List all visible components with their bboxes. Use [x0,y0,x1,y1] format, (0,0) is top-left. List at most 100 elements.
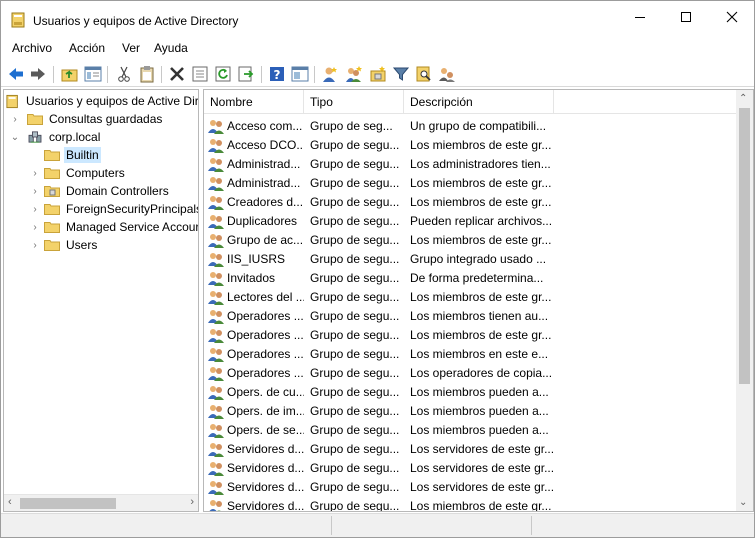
menu-ayuda[interactable]: Ayuda [154,41,188,55]
show-tree-icon[interactable] [84,65,102,83]
tree-root[interactable]: Usuarios y equipos de Active Dir [6,92,199,110]
table-row[interactable]: Administrad... Grupo de segu... Los miembr… [204,174,737,193]
scroll-right-icon[interactable]: › [190,496,194,508]
toolbar-separator [107,66,108,83]
table-row[interactable]: Operadores ... Grupo de segu... Los miembr… [204,326,737,345]
security-group-icon [208,253,224,267]
maximize-button[interactable] [663,1,709,33]
cell-type: Grupo de segu... [310,366,400,380]
chevron-right-icon[interactable]: › [29,186,41,197]
scroll-up-icon[interactable]: ⌃ [739,93,747,104]
help-icon[interactable]: ? [268,65,286,83]
table-row[interactable]: Opers. de cu... Grupo de segu... Los miemb… [204,383,737,402]
status-divider [331,516,332,535]
tree-root-label: Usuarios y equipos de Active Dir [26,94,199,108]
minimize-button[interactable] [617,1,663,33]
chevron-right-icon[interactable]: › [29,168,41,179]
filter-icon[interactable] [392,65,410,83]
new-user-icon[interactable] [321,65,339,83]
chevron-right-icon[interactable]: › [29,222,41,233]
delegate-icon[interactable] [438,65,456,83]
cell-name: Creadores d... [227,195,304,209]
forward-arrow-icon[interactable] [29,65,47,83]
menu-ver[interactable]: Ver [122,41,140,55]
table-row[interactable]: Grupo de ac... Grupo de segu... Los miembr… [204,231,737,250]
security-group-icon [208,158,224,172]
column-header-description[interactable]: Descripción [404,90,554,114]
tree-item-label: Domain Controllers [66,184,169,198]
table-row[interactable]: Opers. de se... Grupo de segu... Los miemb… [204,421,737,440]
close-button[interactable] [709,1,755,33]
cell-description: Los miembros de este gr... [410,290,552,304]
up-folder-icon[interactable] [61,65,79,83]
toolbar-separator [161,66,162,83]
table-row[interactable]: Administrad... Grupo de segu... Los admini… [204,155,737,174]
find-icon[interactable] [415,65,433,83]
delete-icon[interactable] [168,65,186,83]
cell-name: Lectores del ... [227,290,304,304]
export-icon[interactable] [237,65,255,83]
table-row[interactable]: Operadores ... Grupo de segu... Los operad… [204,364,737,383]
tree-item-users[interactable]: › Users [29,236,99,254]
clipboard-icon[interactable] [138,65,156,83]
chevron-right-icon[interactable]: › [9,114,21,125]
scroll-down-icon[interactable]: ⌄ [739,497,747,508]
table-row[interactable]: Servidores d... Grupo de segu... Los servi… [204,459,737,478]
title-bar[interactable]: Usuarios y equipos de Active Directory [1,1,754,35]
chevron-right-icon[interactable]: › [29,204,41,215]
table-row[interactable]: Opers. de im... Grupo de segu... Los miemb… [204,402,737,421]
column-header-type[interactable]: Tipo [304,90,404,114]
properties-icon[interactable] [191,65,209,83]
cut-icon[interactable] [115,65,133,83]
new-group-icon[interactable] [345,65,363,83]
scroll-thumb[interactable] [20,498,116,509]
chevron-right-icon[interactable]: › [29,240,41,251]
list-vertical-scrollbar[interactable]: ⌃ ⌄ [736,90,753,511]
folder-icon [44,204,60,215]
scroll-thumb[interactable] [739,108,750,384]
table-row[interactable]: Lectores del ... Grupo de segu... Los miem… [204,288,737,307]
cell-name: Duplicadores [227,214,298,228]
tree-item-label: Users [66,238,98,252]
tree-item-builtin[interactable]: Builtin [44,146,101,164]
table-row[interactable]: Operadores ... Grupo de segu... Los miembr… [204,345,737,364]
security-group-icon [208,310,224,324]
table-row[interactable]: Operadores ... Grupo de segu... Los miembr… [204,307,737,326]
cell-name: Servidores d... [227,480,304,494]
tree-item-domain[interactable]: ⌄ corp.local [9,128,102,146]
menu-accion[interactable]: Acción [69,41,105,55]
tree-item-label: Builtin [64,147,101,163]
tree-item-saved-queries[interactable]: › Consultas guardadas [9,110,164,128]
column-header-name[interactable]: Nombre [204,90,304,114]
scroll-left-icon[interactable]: ‹ [8,496,12,508]
tree-item-managed-service-accounts[interactable]: › Managed Service Accour [29,218,198,236]
back-arrow-icon[interactable] [7,65,25,83]
tree-item-foreign-security-principals[interactable]: › ForeignSecurityPrincipals [29,200,198,218]
folder-icon [44,222,60,233]
table-row[interactable]: Acceso com... Grupo de seg... Un grupo de … [204,117,737,136]
chevron-down-icon[interactable]: ⌄ [9,132,21,143]
console-icon[interactable] [291,65,309,83]
new-ou-icon[interactable] [369,65,387,83]
toolbar-separator [314,66,315,83]
table-row[interactable]: Duplicadores Grupo de segu... Pueden repli… [204,212,737,231]
tree-item-computers[interactable]: › Computers [29,164,127,182]
tree-item-domain-controllers[interactable]: › Domain Controllers [29,182,171,200]
table-row[interactable]: Servidores d... Grupo de segu... Los miemb… [204,497,737,511]
table-row[interactable]: Creadores d... Grupo de segu... Los miembr… [204,193,737,212]
status-bar [1,513,754,537]
cell-description: Los servidores de este gr... [410,442,555,456]
table-row[interactable]: Servidores d... Grupo de segu... Los servi… [204,440,737,459]
table-row[interactable]: Invitados Grupo de segu... De forma predet… [204,269,737,288]
table-row[interactable]: Acceso DCO... Grupo de segu... Los miembro… [204,136,737,155]
refresh-icon[interactable] [214,65,232,83]
folder-icon [44,168,60,179]
security-group-icon [209,500,222,511]
menu-archivo[interactable]: Archivo [12,41,52,55]
cell-type: Grupo de segu... [310,195,400,209]
table-row[interactable]: IIS_IUSRS Grupo de segu... Grupo integrado… [204,250,737,269]
cell-type: Grupo de segu... [310,461,400,475]
table-row[interactable]: Servidores d... Grupo de segu... Los servi… [204,478,737,497]
ad-app-icon [11,12,25,28]
tree-horizontal-scrollbar[interactable]: ‹ › [4,494,198,511]
